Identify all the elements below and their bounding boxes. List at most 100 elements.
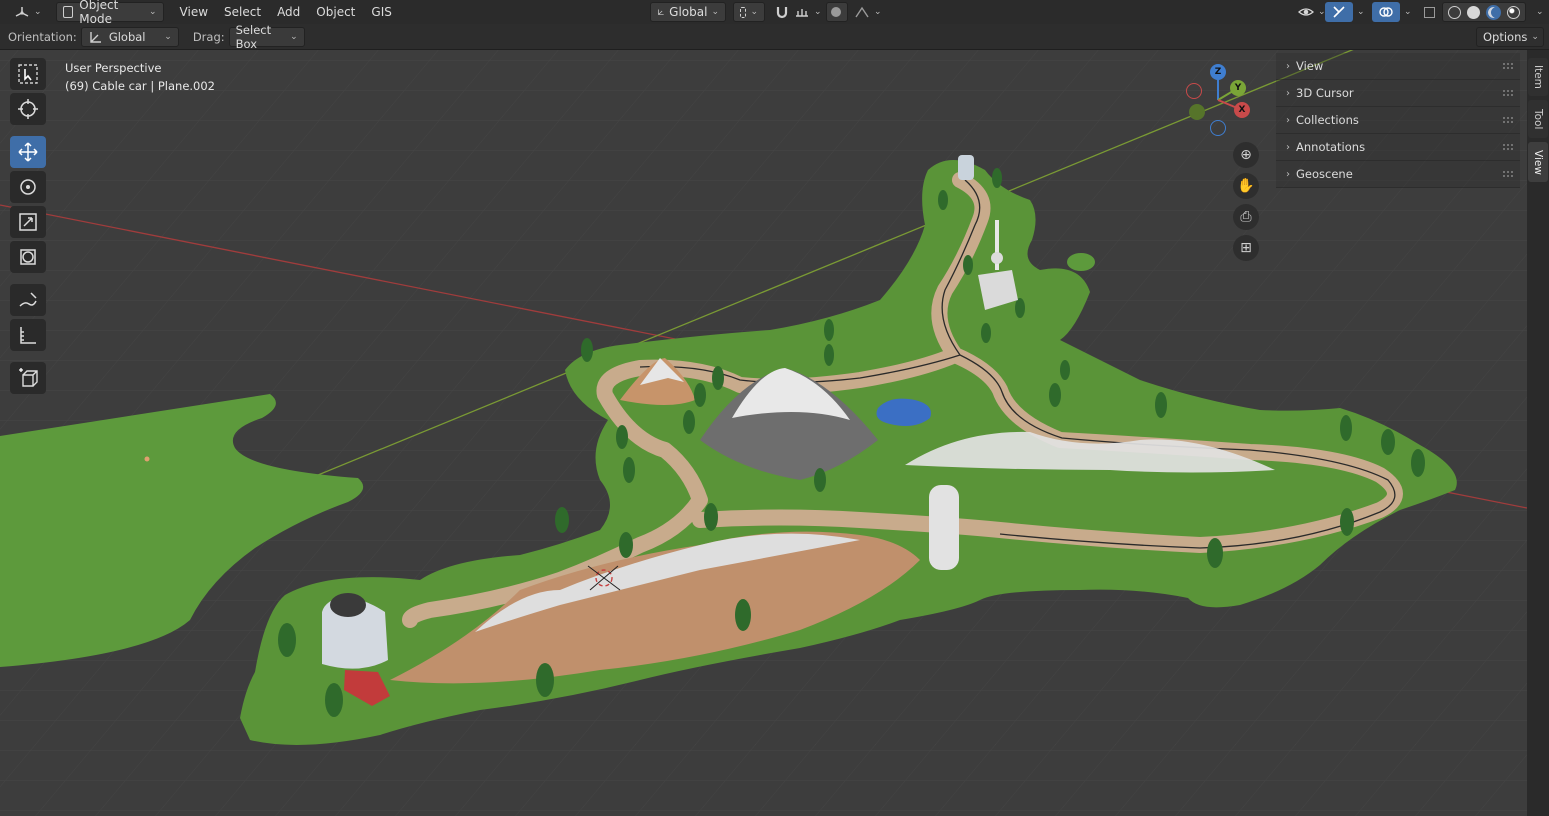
menu-gis[interactable]: GIS bbox=[365, 2, 397, 22]
add-cube-icon bbox=[19, 368, 38, 387]
gizmo-dropdown[interactable]: ⌄ bbox=[1347, 2, 1371, 22]
gizmo-neg-z-axis[interactable] bbox=[1210, 120, 1226, 136]
proportional-falloff-dropdown[interactable]: ⌄ bbox=[848, 2, 888, 22]
chevron-down-icon: ⌄ bbox=[290, 31, 298, 42]
gizmo-y-axis[interactable]: Y bbox=[1230, 80, 1246, 96]
menu-select[interactable]: Select bbox=[218, 2, 267, 22]
rotate-icon bbox=[20, 179, 36, 195]
transform-orientation-dropdown[interactable]: Global ⌄ bbox=[650, 2, 726, 22]
panel-label: Collections bbox=[1296, 113, 1359, 127]
rendered-shading-icon[interactable] bbox=[1507, 5, 1520, 19]
panel-label: 3D Cursor bbox=[1296, 86, 1354, 100]
drag-grip-icon[interactable] bbox=[1502, 170, 1514, 178]
observatory-dome bbox=[330, 593, 366, 617]
annotate-icon bbox=[19, 292, 37, 307]
proportional-editing-toggle[interactable] bbox=[826, 2, 848, 22]
chevron-right-icon: › bbox=[1286, 87, 1290, 99]
panel-3d-cursor[interactable]: › 3D Cursor bbox=[1276, 80, 1520, 107]
measure-icon bbox=[20, 327, 36, 344]
transform-tool[interactable] bbox=[10, 241, 46, 273]
terrain-small-islet bbox=[1067, 253, 1095, 271]
tab-tool[interactable]: Tool bbox=[1528, 100, 1548, 138]
editor-type-button[interactable]: ⌄ bbox=[8, 2, 48, 22]
solid-shading-icon[interactable] bbox=[1467, 5, 1480, 19]
gizmo-neg-x-axis[interactable] bbox=[1186, 83, 1202, 99]
drag-grip-icon[interactable] bbox=[1502, 116, 1514, 124]
orientation-label: Orientation: bbox=[8, 29, 77, 44]
pan-button[interactable]: ✋ bbox=[1233, 173, 1259, 199]
menu-object[interactable]: Object bbox=[310, 2, 361, 22]
hand-icon: ✋ bbox=[1237, 178, 1255, 194]
overlays-dropdown[interactable]: ⌄ bbox=[1394, 2, 1418, 22]
panel-geoscene[interactable]: › Geoscene bbox=[1276, 161, 1520, 188]
tool-settings-header: Orientation: Global ⌄ Drag: Select Box ⌄… bbox=[0, 23, 1549, 51]
panel-label: Geoscene bbox=[1296, 167, 1353, 181]
gizmo-z-axis[interactable]: Z bbox=[1210, 64, 1226, 80]
options-dropdown[interactable]: Options ⌄ bbox=[1476, 26, 1544, 47]
measure-tool[interactable] bbox=[10, 319, 46, 351]
mode-label: Object Mode bbox=[79, 0, 119, 26]
editor-header: ⌄ Object Mode ⌄ View Select Add Object G… bbox=[0, 0, 1549, 26]
scale-tool[interactable] bbox=[10, 206, 46, 238]
chevron-down-icon: ⌄ bbox=[750, 7, 758, 17]
wireframe-shading-icon[interactable] bbox=[1448, 5, 1461, 19]
menu-add[interactable]: Add bbox=[271, 2, 306, 22]
top-station bbox=[958, 155, 974, 180]
snap-target-dropdown[interactable]: ⌄ bbox=[788, 2, 828, 22]
menu-view[interactable]: View bbox=[174, 2, 214, 22]
select-box-icon bbox=[18, 64, 38, 84]
gizmo-x-axis[interactable]: X bbox=[1234, 102, 1250, 118]
orientation-dropdown[interactable]: Global ⌄ bbox=[80, 26, 179, 47]
xray-toggle[interactable] bbox=[1418, 2, 1441, 22]
navigation-gizmo[interactable]: Z Y X bbox=[1180, 60, 1256, 136]
snap-increment-icon bbox=[796, 9, 808, 17]
transform-icon bbox=[20, 249, 36, 265]
panel-view[interactable]: › View bbox=[1276, 53, 1520, 80]
chevron-right-icon: › bbox=[1286, 60, 1290, 72]
chevron-down-icon: ⌄ bbox=[1536, 7, 1544, 17]
mode-dropdown[interactable]: Object Mode ⌄ bbox=[55, 0, 164, 26]
3d-viewport-icon bbox=[15, 7, 29, 17]
orientation-axes-icon bbox=[90, 31, 101, 43]
rotate-tool[interactable] bbox=[10, 171, 46, 203]
drag-dropdown[interactable]: Select Box ⌄ bbox=[228, 23, 305, 51]
viewport-info: User Perspective (69) Cable car | Plane.… bbox=[65, 59, 215, 95]
object-mode-icon bbox=[62, 6, 74, 18]
3d-viewport[interactable]: User Perspective (69) Cable car | Plane.… bbox=[0, 50, 1527, 816]
toolbar bbox=[9, 58, 47, 397]
camera-view-button[interactable]: ⎙ bbox=[1233, 204, 1259, 230]
shading-dropdown[interactable]: ⌄ bbox=[1526, 2, 1549, 22]
panel-label: View bbox=[1296, 59, 1324, 73]
lake bbox=[876, 398, 931, 426]
chevron-right-icon: › bbox=[1286, 168, 1290, 180]
select-box-tool[interactable] bbox=[10, 58, 46, 90]
cursor-tool[interactable] bbox=[10, 93, 46, 125]
active-object-label: (69) Cable car | Plane.002 bbox=[65, 79, 215, 93]
proportional-editing-icon bbox=[831, 7, 841, 17]
chevron-right-icon: › bbox=[1286, 141, 1290, 153]
move-icon bbox=[18, 142, 38, 162]
drag-grip-icon[interactable] bbox=[1502, 62, 1514, 70]
drag-grip-icon[interactable] bbox=[1502, 143, 1514, 151]
scale-icon bbox=[19, 213, 37, 231]
drag-grip-icon[interactable] bbox=[1502, 89, 1514, 97]
pivot-point-dropdown[interactable]: ⌄ bbox=[733, 2, 765, 22]
camera-icon: ⎙ bbox=[1240, 209, 1252, 225]
add-cube-tool[interactable] bbox=[10, 362, 46, 394]
tab-view[interactable]: View bbox=[1528, 142, 1548, 182]
orientation-axes-icon bbox=[658, 9, 664, 15]
gizmo-neg-y-axis[interactable] bbox=[1189, 104, 1205, 120]
annotate-tool[interactable] bbox=[10, 284, 46, 316]
panel-collections[interactable]: › Collections bbox=[1276, 107, 1520, 134]
ortho-toggle-button[interactable]: ⊞ bbox=[1233, 235, 1259, 261]
silo-tower bbox=[929, 485, 959, 570]
tower-dome bbox=[991, 252, 1003, 264]
move-tool[interactable] bbox=[10, 136, 46, 168]
shading-mode-group bbox=[1442, 2, 1526, 22]
drag-label: Drag: bbox=[192, 29, 225, 44]
material-shading-icon[interactable] bbox=[1486, 4, 1501, 20]
zoom-button[interactable]: ⊕ bbox=[1233, 142, 1259, 168]
panel-annotations[interactable]: › Annotations bbox=[1276, 134, 1520, 161]
chevron-down-icon: ⌄ bbox=[164, 31, 172, 42]
tab-item[interactable]: Item bbox=[1528, 58, 1548, 96]
